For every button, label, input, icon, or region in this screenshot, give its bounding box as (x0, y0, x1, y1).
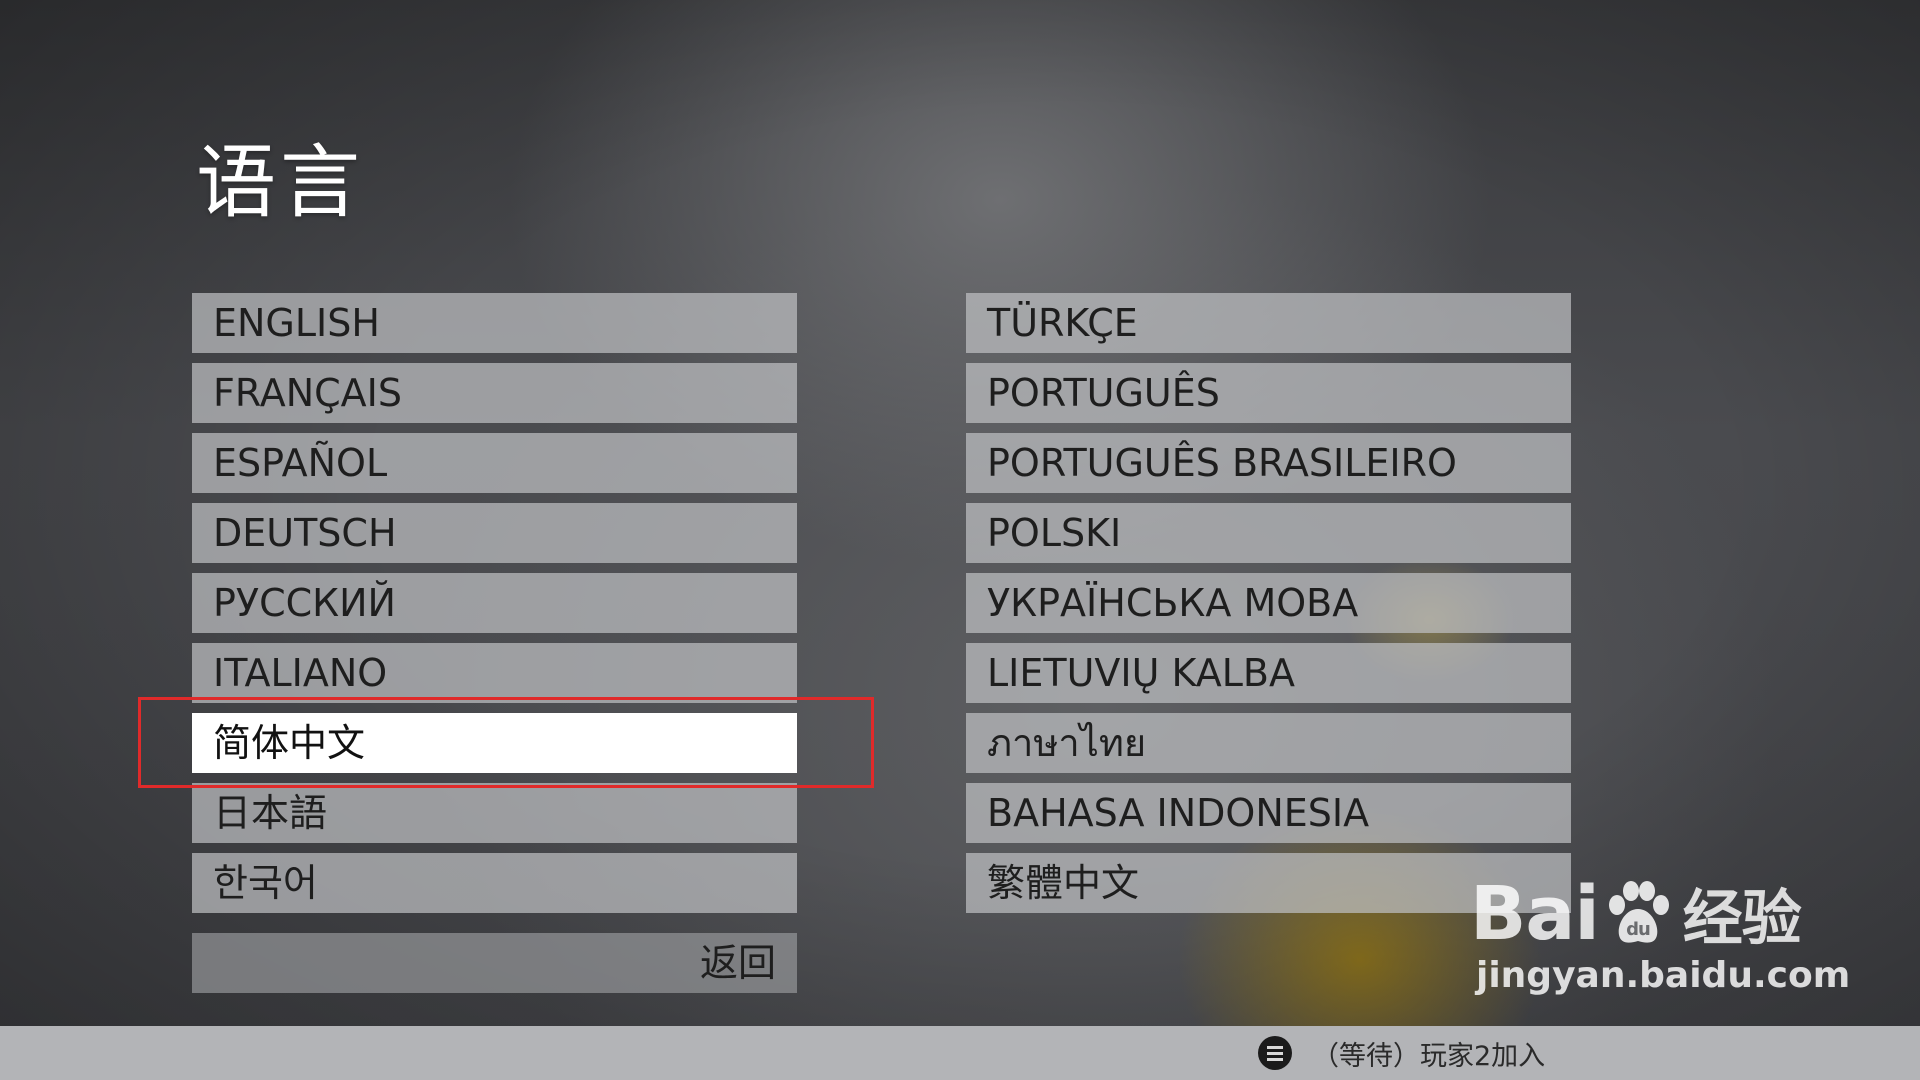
language-option-korean[interactable]: 한국어 (192, 853, 797, 913)
language-option-thai[interactable]: ภาษาไทย (966, 713, 1571, 773)
player-join-status-text: （等待）玩家2加入 (1312, 1040, 1546, 1072)
language-option-traditional-chinese[interactable]: 繁體中文 (966, 853, 1571, 913)
language-option-russian[interactable]: РУССКИЙ (192, 573, 797, 633)
language-option-turkish[interactable]: TÜRKÇE (966, 293, 1571, 353)
language-option-polish[interactable]: POLSKI (966, 503, 1571, 563)
paw-icon: du (1608, 880, 1669, 943)
language-option-indonesian[interactable]: BAHASA INDONESIA (966, 783, 1571, 843)
language-option-simplified-chinese[interactable]: 简体中文 (192, 713, 797, 773)
language-option-deutsch[interactable]: DEUTSCH (192, 503, 797, 563)
status-bar (0, 1026, 1920, 1080)
language-list-left: ENGLISH FRANÇAIS ESPAÑOL DEUTSCH РУССКИЙ… (192, 293, 797, 923)
status-bar-content: （等待）玩家2加入 (1258, 1026, 1545, 1080)
language-option-italiano[interactable]: ITALIANO (192, 643, 797, 703)
language-option-english[interactable]: ENGLISH (192, 293, 797, 353)
page-title: 语言 (196, 136, 364, 229)
language-option-brazilian-portuguese[interactable]: PORTUGUÊS BRASILEIRO (966, 433, 1571, 493)
language-settings-screen: 语言 ENGLISH FRANÇAIS ESPAÑOL DEUTSCH РУСС… (0, 0, 1920, 1080)
paw-icon-text: du (1626, 919, 1650, 940)
language-option-lithuanian[interactable]: LIETUVIŲ KALBA (966, 643, 1571, 703)
language-list-right: TÜRKÇE PORTUGUÊS PORTUGUÊS BRASILEIRO PO… (966, 293, 1571, 923)
language-option-francais[interactable]: FRANÇAIS (192, 363, 797, 423)
language-option-ukrainian[interactable]: УКРАЇНСЬКА МОВА (966, 573, 1571, 633)
language-option-japanese[interactable]: 日本語 (192, 783, 797, 843)
menu-icon (1258, 1036, 1292, 1070)
language-option-espanol[interactable]: ESPAÑOL (192, 433, 797, 493)
language-option-portuguese[interactable]: PORTUGUÊS (966, 363, 1571, 423)
baidu-logo-suffix: 经验 (1682, 884, 1802, 954)
watermark-url: jingyan.baidu.com (1476, 955, 1851, 996)
back-button[interactable]: 返回 (192, 933, 797, 993)
